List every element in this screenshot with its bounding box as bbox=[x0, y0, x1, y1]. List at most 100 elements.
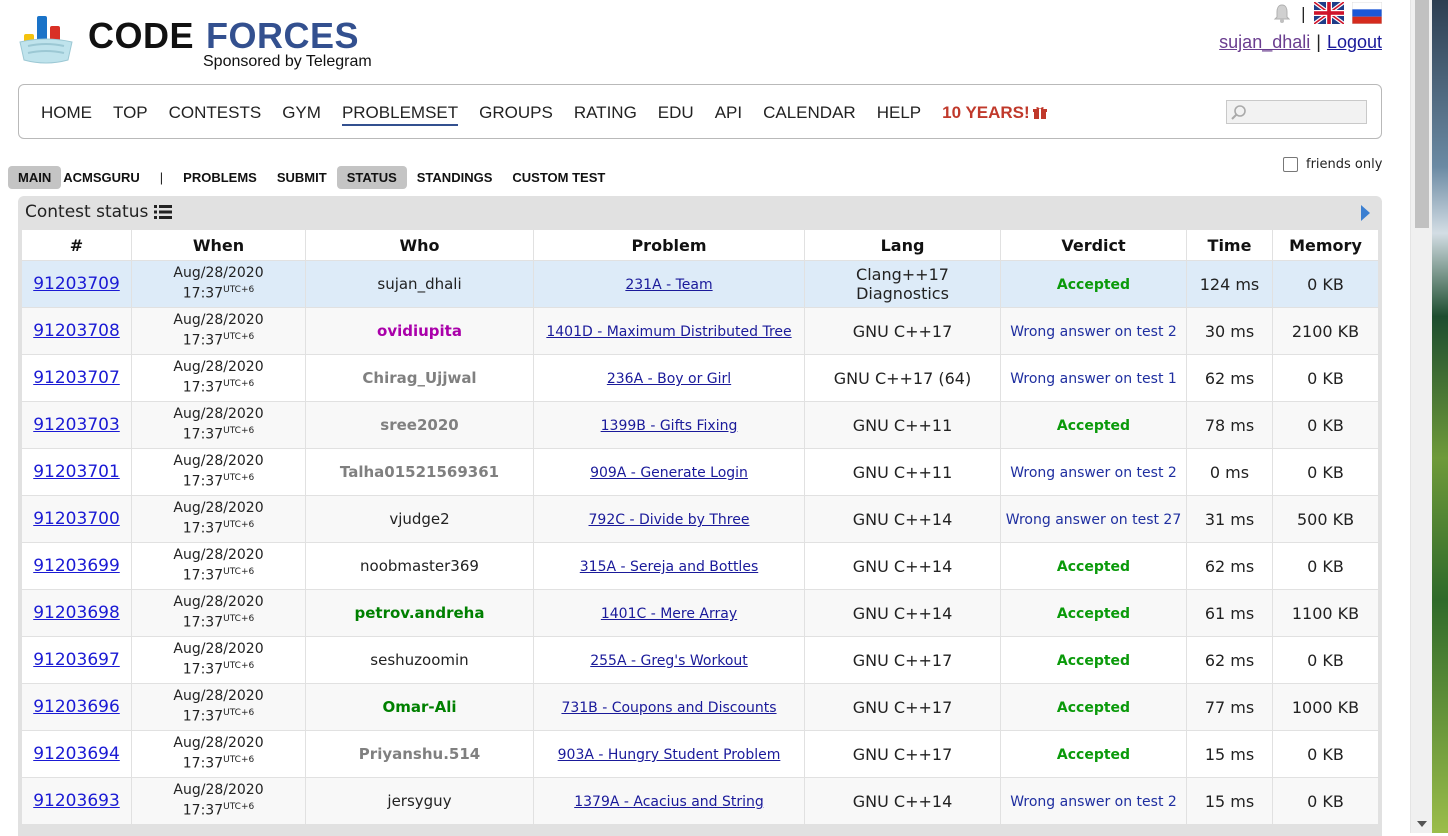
menu-contests[interactable]: CONTESTS bbox=[169, 102, 262, 126]
memory-used: 0 KB bbox=[1307, 368, 1344, 388]
cell-verdict: Wrong answer on test 2 bbox=[1000, 307, 1187, 355]
submission-id-link[interactable]: 91203701 bbox=[33, 462, 120, 482]
panel-expand-arrow-icon[interactable] bbox=[1361, 205, 1370, 221]
submission-id-link[interactable]: 91203697 bbox=[33, 650, 120, 670]
problem-link[interactable]: 909A - Generate Login bbox=[590, 465, 748, 481]
menu-calendar[interactable]: CALENDAR bbox=[763, 102, 856, 126]
submission-when: Aug/28/2020 17:37UTC+6 bbox=[136, 547, 301, 585]
submenu-main[interactable]: MAIN bbox=[8, 165, 62, 189]
language: GNU C++17 (64) bbox=[833, 368, 972, 388]
submission-id-link[interactable]: 91203693 bbox=[33, 791, 120, 811]
cell-verdict: Accepted bbox=[1000, 589, 1187, 637]
problem-link[interactable]: 731B - Coupons and Discounts bbox=[561, 700, 776, 716]
submenu-acmsguru[interactable]: ACMSGURU bbox=[61, 166, 150, 189]
submission-when: Aug/28/2020 17:37UTC+6 bbox=[136, 265, 301, 303]
table-header-row: # When Who Problem Lang Verdict Time Mem… bbox=[21, 229, 1379, 261]
problem-link[interactable]: 1399B - Gifts Fixing bbox=[601, 418, 738, 434]
english-flag-icon[interactable] bbox=[1314, 2, 1344, 24]
submenu-custom-test[interactable]: CUSTOM TEST bbox=[502, 166, 615, 189]
codeforces-logo[interactable]: CODE FORCES Sponsored by Telegram bbox=[18, 8, 398, 74]
problem-link[interactable]: 231A - Team bbox=[625, 277, 712, 293]
friends-only-filter[interactable]: friends only bbox=[1283, 157, 1382, 172]
problem-link[interactable]: 315A - Sereja and Bottles bbox=[580, 559, 758, 575]
menu-top[interactable]: TOP bbox=[113, 102, 148, 126]
problem-link[interactable]: 903A - Hungry Student Problem bbox=[558, 747, 781, 763]
menu-home[interactable]: HOME bbox=[41, 102, 92, 126]
user-handle[interactable]: jersyguy bbox=[387, 792, 451, 810]
user-handle[interactable]: ovidiupita bbox=[377, 322, 462, 340]
user-handle[interactable]: Chirag_Ujjwal bbox=[362, 369, 476, 387]
header-separator: | bbox=[1300, 3, 1306, 23]
bell-icon[interactable] bbox=[1271, 2, 1293, 24]
submission-id-link[interactable]: 91203696 bbox=[33, 697, 120, 717]
submenu-problems[interactable]: PROBLEMS bbox=[173, 166, 267, 189]
submission-id-link[interactable]: 91203708 bbox=[33, 321, 120, 341]
header-icons: | bbox=[1271, 0, 1382, 26]
status-table-body: 91203709 Aug/28/2020 17:37UTC+6 sujan_dhali… bbox=[21, 260, 1379, 825]
scrollbar-thumb[interactable] bbox=[1415, 0, 1429, 228]
utc-offset: UTC+6 bbox=[223, 473, 255, 484]
cell-id: 91203698 bbox=[21, 589, 132, 637]
problem-link[interactable]: 1401D - Maximum Distributed Tree bbox=[546, 324, 791, 340]
user-handle[interactable]: Omar-Ali bbox=[382, 698, 456, 716]
scroll-down-arrow-icon[interactable] bbox=[1417, 821, 1427, 827]
cell-verdict: Accepted bbox=[1000, 260, 1187, 308]
user-handle[interactable]: Talha01521569361 bbox=[340, 463, 499, 481]
cell-time: 62 ms bbox=[1186, 542, 1273, 590]
submission-date: Aug/28/2020 bbox=[173, 500, 264, 517]
table-row: 91203696 Aug/28/2020 17:37UTC+6 Omar-Ali 731… bbox=[21, 683, 1379, 731]
cell-lang: GNU C++17 bbox=[804, 307, 1001, 355]
page-scrollbar[interactable] bbox=[1410, 0, 1432, 833]
problem-link[interactable]: 236A - Boy or Girl bbox=[607, 371, 731, 387]
search-input[interactable] bbox=[1226, 100, 1367, 124]
user-handle[interactable]: petrov.andreha bbox=[355, 604, 485, 622]
menu-gym[interactable]: GYM bbox=[282, 102, 321, 126]
problem-link[interactable]: 792C - Divide by Three bbox=[589, 512, 750, 528]
submenu-standings[interactable]: STANDINGS bbox=[407, 166, 503, 189]
menu-api[interactable]: API bbox=[715, 102, 742, 126]
cell-id: 91203693 bbox=[21, 777, 132, 825]
run-time: 61 ms bbox=[1204, 603, 1255, 623]
submission-id-link[interactable]: 91203698 bbox=[33, 603, 120, 623]
submenu-status[interactable]: STATUS bbox=[336, 165, 407, 189]
menu-rating[interactable]: RATING bbox=[574, 102, 637, 126]
run-time: 0 ms bbox=[1209, 462, 1250, 482]
submission-time: 17:37 bbox=[182, 802, 224, 819]
username-link[interactable]: sujan_dhali bbox=[1219, 32, 1310, 52]
friends-only-checkbox[interactable] bbox=[1283, 157, 1298, 172]
cell-who: sujan_dhali bbox=[305, 260, 534, 308]
user-handle[interactable]: sujan_dhali bbox=[377, 275, 461, 293]
user-handle[interactable]: Priyanshu.514 bbox=[359, 745, 480, 763]
cell-when: Aug/28/2020 17:37UTC+6 bbox=[131, 354, 306, 402]
problem-link[interactable]: 1379A - Acacius and String bbox=[574, 794, 764, 810]
submission-id-link[interactable]: 91203699 bbox=[33, 556, 120, 576]
menu-edu[interactable]: EDU bbox=[658, 102, 694, 126]
logout-link[interactable]: Logout bbox=[1327, 32, 1382, 52]
problem-link[interactable]: 255A - Greg's Workout bbox=[590, 653, 748, 669]
menu-problemset[interactable]: PROBLEMSET bbox=[341, 102, 459, 126]
user-handle[interactable]: seshuzoomin bbox=[370, 651, 468, 669]
user-handle[interactable]: noobmaster369 bbox=[360, 557, 479, 575]
russian-flag-icon[interactable] bbox=[1352, 2, 1382, 24]
menu-10-years[interactable]: 10 YEARS! bbox=[942, 102, 1047, 126]
menu-help[interactable]: HELP bbox=[877, 102, 921, 126]
cell-problem: 231A - Team bbox=[533, 260, 805, 308]
verdict: Accepted bbox=[1056, 418, 1131, 434]
cell-memory: 0 KB bbox=[1272, 260, 1379, 308]
submission-id-link[interactable]: 91203703 bbox=[33, 415, 120, 435]
menu-groups[interactable]: GROUPS bbox=[479, 102, 553, 126]
cell-memory: 0 KB bbox=[1272, 777, 1379, 825]
cell-lang: GNU C++14 bbox=[804, 589, 1001, 637]
submission-id-link[interactable]: 91203700 bbox=[33, 509, 120, 529]
table-row: 91203701 Aug/28/2020 17:37UTC+6 Talha015215… bbox=[21, 448, 1379, 496]
submission-id-link[interactable]: 91203709 bbox=[33, 274, 120, 294]
submission-id-link[interactable]: 91203707 bbox=[33, 368, 120, 388]
utc-offset: UTC+6 bbox=[223, 614, 255, 625]
user-handle[interactable]: sree2020 bbox=[380, 416, 458, 434]
submission-id-link[interactable]: 91203694 bbox=[33, 744, 120, 764]
user-handle[interactable]: vjudge2 bbox=[389, 510, 449, 528]
cell-verdict: Accepted bbox=[1000, 542, 1187, 590]
problem-link[interactable]: 1401C - Mere Array bbox=[601, 606, 737, 622]
cell-problem: 1401D - Maximum Distributed Tree bbox=[533, 307, 805, 355]
submenu-submit[interactable]: SUBMIT bbox=[267, 166, 337, 189]
